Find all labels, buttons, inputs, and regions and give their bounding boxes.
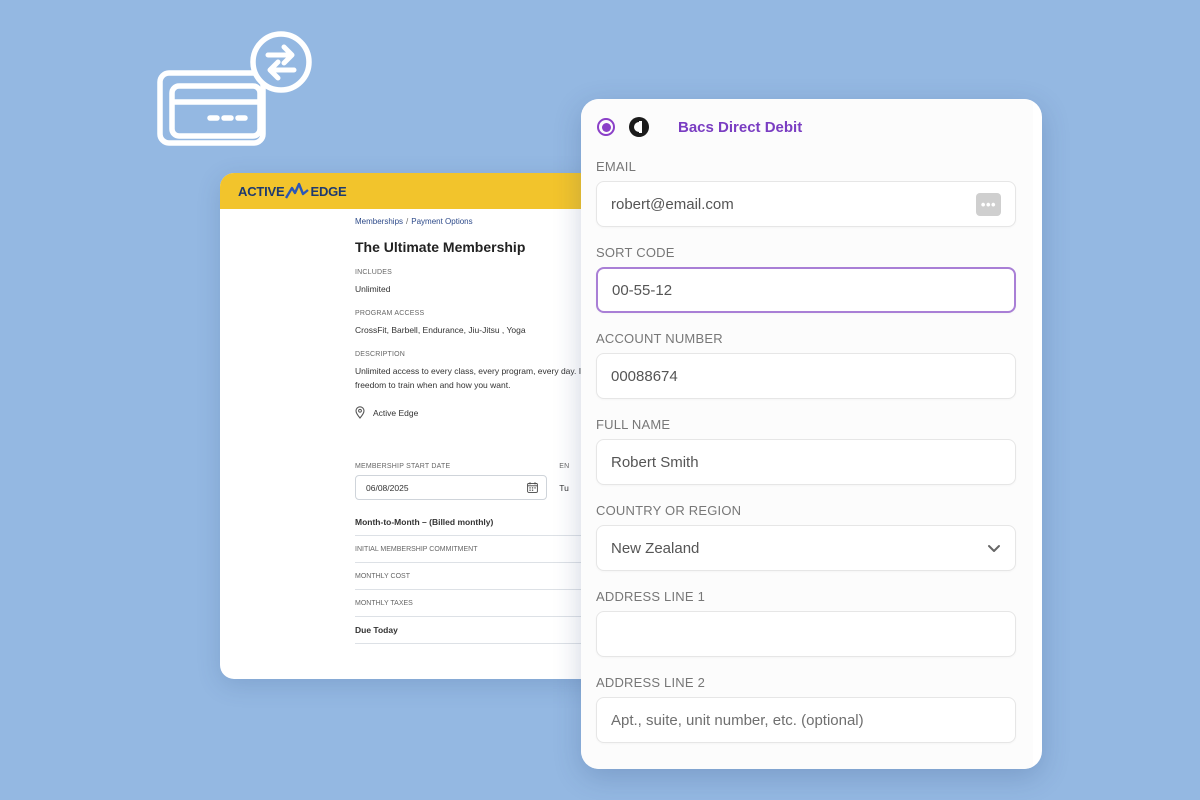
includes-label: INCLUDES (355, 269, 392, 276)
email-autofill-button[interactable]: ••• (976, 192, 1001, 216)
radio-selected-dot (601, 122, 611, 132)
description-value: Unlimited access to every class, every p… (355, 366, 600, 390)
chevron-down-icon (988, 544, 1000, 552)
start-date-input[interactable]: 06/08/2025 (355, 475, 548, 500)
account-number-value: 00088674 (611, 367, 678, 385)
sort-code-field-group: SORT CODE 00-55-12 (596, 245, 1016, 313)
country-select[interactable]: New Zealand (596, 525, 1016, 571)
start-date-label: MEMBERSHIP START DATE (355, 463, 451, 470)
calendar-icon[interactable] (527, 482, 539, 493)
bacs-logo-icon (629, 117, 649, 137)
breadcrumb-payment-options: Payment Options (411, 217, 473, 226)
brand-logo-right: EDGE (310, 183, 347, 199)
country-field-group: COUNTRY OR REGION New Zealand (596, 503, 1016, 571)
address1-field-group: ADDRESS LINE 1 (596, 589, 1016, 657)
full-name-label: FULL NAME (596, 417, 671, 432)
payment-panel: Bacs Direct Debit EMAIL robert@email.com… (581, 99, 1042, 769)
account-number-label: ACCOUNT NUMBER (596, 331, 723, 346)
program-access-value: CrossFit, Barbell, Endurance, Jiu-Jitsu … (355, 325, 526, 335)
start-date-group: MEMBERSHIP START DATE 06/08/2025 (355, 463, 548, 500)
address2-label: ADDRESS LINE 2 (596, 675, 706, 690)
location-name: Active Edge (373, 407, 419, 418)
breadcrumb-separator: / (406, 217, 409, 226)
address1-label: ADDRESS LINE 1 (596, 589, 706, 604)
email-field-group: EMAIL robert@email.com ••• (596, 159, 1016, 227)
address1-field[interactable] (596, 611, 1016, 657)
membership-title: The Ultimate Membership (355, 239, 526, 255)
breadcrumb-memberships[interactable]: Memberships (355, 217, 403, 226)
breadcrumb: Memberships / Payment Options (355, 217, 615, 226)
credit-card-exchange-icon (157, 31, 312, 146)
description-label: DESCRIPTION (355, 351, 406, 358)
program-access-label: PROGRAM ACCESS (355, 310, 425, 317)
description-block: DESCRIPTION Unlimited access to every cl… (355, 351, 615, 392)
email-label: EMAIL (596, 159, 637, 174)
full-name-value: Robert Smith (611, 453, 699, 471)
includes-value: Unlimited (355, 284, 391, 294)
brand-logo-left: ACTIVE (238, 183, 285, 199)
payment-method-header[interactable]: Bacs Direct Debit (597, 116, 802, 138)
brand-mountain-icon (285, 182, 310, 199)
address2-field-group: ADDRESS LINE 2 Apt., suite, unit number,… (596, 675, 1016, 743)
sort-code-field[interactable]: 00-55-12 (596, 267, 1016, 313)
payment-method-title: Bacs Direct Debit (678, 118, 803, 136)
brand-logo[interactable]: ACTIVE EDGE (238, 182, 347, 200)
sort-code-label: SORT CODE (596, 245, 675, 260)
includes-block: INCLUDES Unlimited (355, 269, 615, 296)
stage: ACTIVE EDGE Memberships / Payment Options … (0, 0, 1200, 800)
email-value: robert@email.com (611, 195, 734, 213)
email-field[interactable]: robert@email.com ••• (596, 181, 1016, 227)
sort-code-value: 00-55-12 (612, 281, 673, 299)
address2-placeholder: Apt., suite, unit number, etc. (optional… (611, 711, 864, 729)
account-number-field-group: ACCOUNT NUMBER 00088674 (596, 331, 1016, 399)
payment-form: Bacs Direct Debit EMAIL robert@email.com… (581, 99, 1033, 769)
membership-dates: MEMBERSHIP START DATE 06/08/2025 EN Tu (355, 463, 615, 500)
country-label: COUNTRY OR REGION (596, 503, 742, 518)
bacs-radio[interactable] (597, 118, 615, 136)
account-number-field[interactable]: 00088674 (596, 353, 1016, 399)
membership-details: Memberships / Payment Options The Ultimate… (355, 217, 620, 644)
full-name-field-group: FULL NAME Robert Smith (596, 417, 1016, 485)
location-pin-icon (355, 406, 365, 419)
country-value: New Zealand (611, 539, 700, 557)
location: Active Edge (355, 406, 615, 419)
membership-panel: ACTIVE EDGE Memberships / Payment Options … (220, 173, 620, 679)
address2-field[interactable]: Apt., suite, unit number, etc. (optional… (596, 697, 1016, 743)
brand-bar: ACTIVE EDGE (220, 173, 620, 209)
program-access-block: PROGRAM ACCESS CrossFit, Barbell, Endura… (355, 310, 615, 337)
full-name-field[interactable]: Robert Smith (596, 439, 1016, 485)
start-date-value: 06/08/2025 (366, 482, 409, 493)
